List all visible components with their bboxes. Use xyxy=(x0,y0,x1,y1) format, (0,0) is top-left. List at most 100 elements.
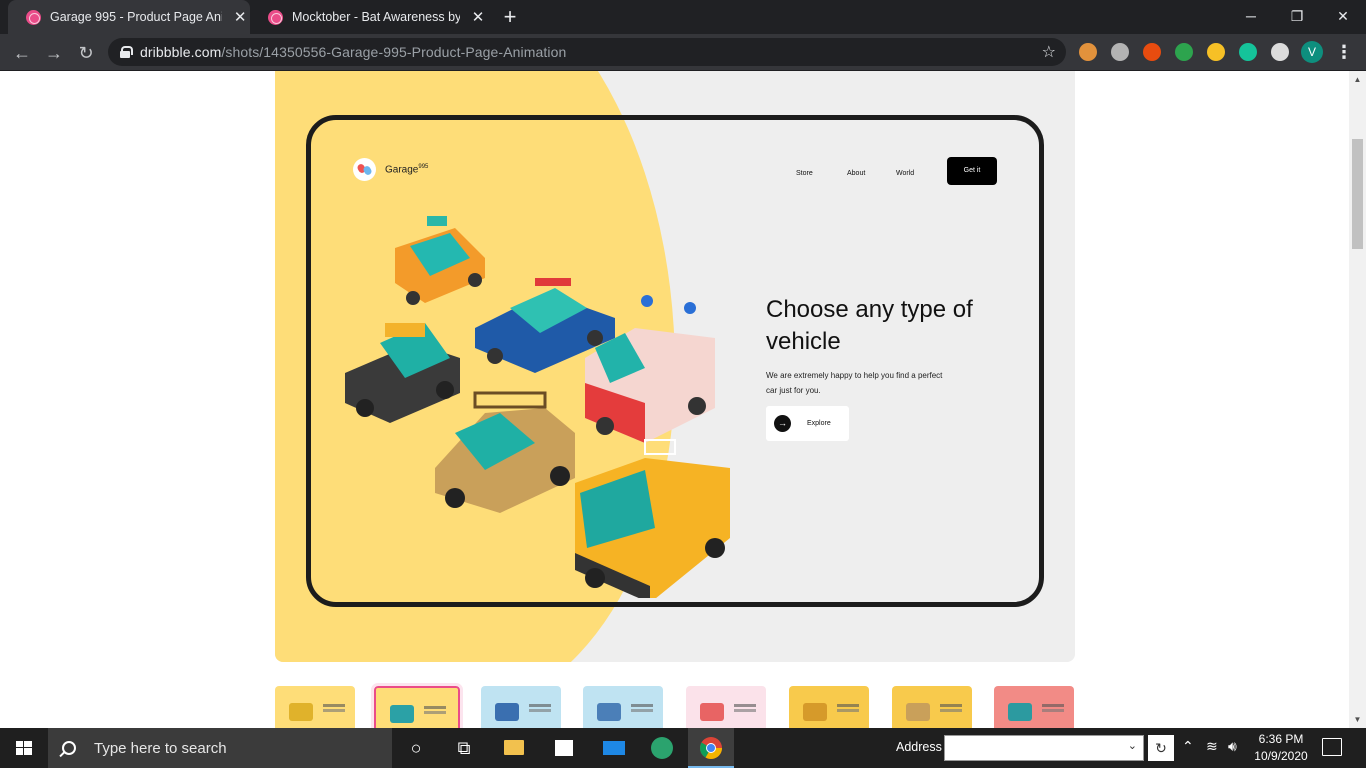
tab-title: Garage 995 - Product Page Anim xyxy=(50,10,223,24)
volume-icon[interactable]: 🔊︎ xyxy=(1228,738,1237,755)
google-drive-icon[interactable] xyxy=(1207,43,1225,61)
thumbnail-car xyxy=(495,703,519,721)
thumbnail-8[interactable] xyxy=(994,686,1074,728)
task-view-icon[interactable]: ⧉ xyxy=(444,734,484,762)
nav-store: Store xyxy=(796,170,813,177)
file-explorer-icon[interactable] xyxy=(494,734,534,762)
tab-mocktober[interactable]: Mocktober - Bat Awareness by El ✕ xyxy=(250,0,488,34)
arrow-right-icon: → xyxy=(774,415,791,432)
cortana-icon[interactable]: ○ xyxy=(396,734,436,762)
tab-garage-995[interactable]: Garage 995 - Product Page Anim ✕ xyxy=(8,0,250,34)
page-viewport: Garage995 Store About World Get it Choos… xyxy=(0,71,1366,728)
thumbnail-text xyxy=(837,704,859,707)
garage-brand: Garage995 xyxy=(385,164,428,175)
get-it-button: Get it xyxy=(947,157,997,185)
grammarly-icon[interactable] xyxy=(1239,43,1257,61)
thumbnail-7[interactable] xyxy=(892,686,972,728)
back-button[interactable]: ← xyxy=(10,41,34,65)
profile-avatar[interactable]: V xyxy=(1301,41,1323,63)
jeep-illustration xyxy=(435,391,575,513)
tray-chevron-up-icon[interactable]: ⌃ xyxy=(1182,738,1194,755)
school-bus-illustration xyxy=(575,439,730,598)
product-page-mockup: Garage995 Store About World Get it Choos… xyxy=(306,115,1044,607)
hero-subtitle: We are extremely happy to help you find … xyxy=(766,371,943,395)
dribbble-icon xyxy=(268,9,283,25)
vehicle-illustration xyxy=(345,216,730,598)
muscle-car-illustration xyxy=(345,323,460,423)
dribbble-icon xyxy=(26,9,41,25)
tab-title: Mocktober - Bat Awareness by El xyxy=(292,10,460,24)
edge-icon[interactable] xyxy=(642,734,682,762)
taskbar-search-box[interactable]: Type here to search xyxy=(48,728,392,768)
dribbble-shot-image: Garage995 Store About World Get it Choos… xyxy=(275,71,1075,662)
url-text: dribbble.com/shots/14350556-Garage-995-P… xyxy=(140,44,566,60)
brand-name: Garage xyxy=(385,164,419,176)
page-scrollbar[interactable]: ▲ ▼ xyxy=(1349,71,1366,728)
address-toolbar-input[interactable]: ⌄ xyxy=(944,735,1144,761)
explore-button: → Explore xyxy=(766,406,849,441)
thumbnail-3[interactable] xyxy=(481,686,561,728)
scrollbar-thumb[interactable] xyxy=(1352,139,1363,249)
explore-label: Explore xyxy=(807,420,831,427)
shot-thumbnail-strip xyxy=(275,683,1075,728)
minimize-button[interactable]: ─ xyxy=(1228,0,1274,34)
thumbnail-1[interactable] xyxy=(275,686,355,728)
extension-icon-3[interactable] xyxy=(1143,43,1161,61)
thumbnail-car xyxy=(289,703,313,721)
start-button[interactable] xyxy=(0,728,48,768)
thumbnail-text xyxy=(529,704,551,707)
extensions-puzzle-icon[interactable] xyxy=(1271,43,1289,61)
new-tab-button[interactable]: + xyxy=(498,5,522,29)
address-bar[interactable]: dribbble.com/shots/14350556-Garage-995-P… xyxy=(108,38,1066,66)
scroll-up-icon[interactable]: ▲ xyxy=(1353,75,1362,84)
thumbnail-text xyxy=(1042,704,1064,707)
action-center-icon[interactable] xyxy=(1322,738,1342,756)
windows-logo-icon xyxy=(16,741,32,755)
browser-tab-strip: Garage 995 - Product Page Anim ✕ Mocktob… xyxy=(0,0,1366,34)
nav-world: World xyxy=(896,170,915,177)
address-go-icon[interactable]: ↻ xyxy=(1148,735,1174,761)
nav-about: About xyxy=(847,170,866,177)
lock-icon xyxy=(120,46,133,58)
thumbnail-car xyxy=(597,703,621,721)
taxi-illustration xyxy=(395,216,485,305)
microsoft-store-icon[interactable] xyxy=(544,734,584,762)
thumbnail-text xyxy=(940,704,962,707)
garage-logo-mark xyxy=(353,158,376,181)
scroll-down-icon[interactable]: ▼ xyxy=(1353,715,1362,724)
thumbnail-2[interactable] xyxy=(371,683,463,728)
thumbnail-6[interactable] xyxy=(789,686,869,728)
thumbnail-text xyxy=(323,704,345,707)
forward-button[interactable]: → xyxy=(42,41,66,65)
system-clock[interactable]: 6:36 PM 10/9/2020 xyxy=(1252,731,1310,765)
address-toolbar-label: Address xyxy=(896,740,942,754)
clock-time: 6:36 PM xyxy=(1258,732,1304,746)
close-tab-icon[interactable]: ✕ xyxy=(230,8,250,26)
search-placeholder: Type here to search xyxy=(94,739,227,757)
chrome-icon xyxy=(700,737,722,759)
thumbnail-car xyxy=(1008,703,1032,721)
url-domain: dribbble.com xyxy=(140,44,222,60)
hero-title: Choose any type of vehicle xyxy=(766,296,973,355)
thumbnail-5[interactable] xyxy=(686,686,766,728)
extension-icon-1[interactable] xyxy=(1079,43,1097,61)
thumbnail-car xyxy=(906,703,930,721)
close-tab-icon[interactable]: ✕ xyxy=(468,8,488,26)
restore-button[interactable]: ❐ xyxy=(1274,0,1320,34)
network-icon[interactable]: ≋ xyxy=(1206,738,1218,755)
bookmark-star-icon[interactable]: ☆ xyxy=(1042,42,1056,62)
browser-menu-icon[interactable]: ⋮ xyxy=(1334,41,1354,63)
thumbnail-4[interactable] xyxy=(583,686,663,728)
garage-logo: Garage995 xyxy=(353,158,428,181)
clock-date: 10/9/2020 xyxy=(1254,749,1308,763)
chrome-taskbar-button[interactable] xyxy=(688,728,734,768)
evernote-icon[interactable] xyxy=(1175,43,1193,61)
extension-icon-2[interactable] xyxy=(1111,43,1129,61)
windows-taskbar: Type here to search ○ ⧉ Address ⌄ ↻ ⌃ ≋ … xyxy=(0,728,1366,768)
thumbnail-car xyxy=(390,705,414,723)
chevron-down-icon[interactable]: ⌄ xyxy=(1128,739,1137,752)
mail-icon[interactable] xyxy=(594,734,634,762)
close-window-button[interactable]: ✕ xyxy=(1320,0,1366,34)
thumbnail-text xyxy=(631,704,653,707)
reload-button[interactable]: ↻ xyxy=(74,41,98,65)
